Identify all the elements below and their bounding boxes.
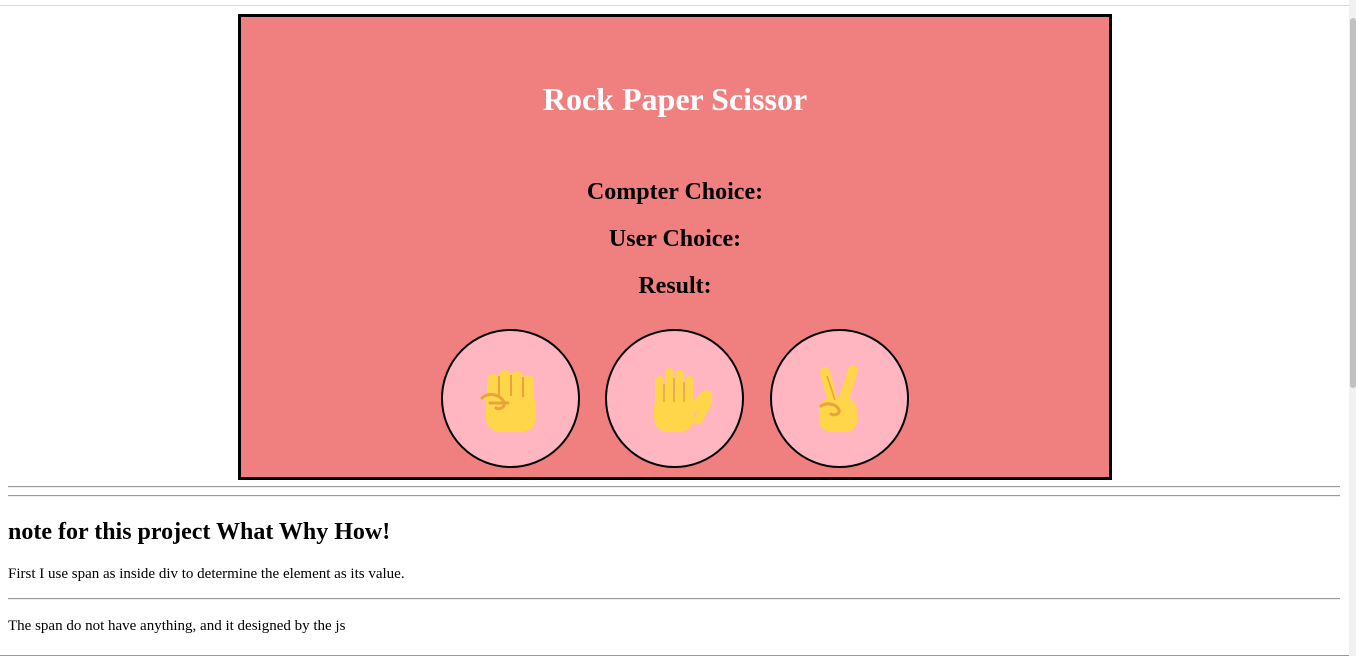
notes-paragraph: First I use span as inside div to determ… bbox=[8, 566, 405, 582]
divider bbox=[8, 598, 1340, 600]
raised-fist-icon bbox=[480, 369, 536, 432]
scissor-button[interactable] bbox=[770, 329, 909, 468]
divider bbox=[8, 486, 1340, 488]
rock-button[interactable] bbox=[441, 329, 580, 468]
vertical-scrollbar[interactable] bbox=[1349, 0, 1356, 656]
victory-hand-icon bbox=[818, 364, 858, 432]
notes-heading: note for this project What Why How! bbox=[8, 519, 391, 545]
user-choice-label: User Choice: bbox=[608, 226, 742, 252]
result-label: Result: bbox=[638, 273, 712, 299]
raised-hand-icon bbox=[653, 367, 712, 432]
top-border bbox=[0, 5, 1349, 6]
scrollbar-thumb[interactable] bbox=[1350, 18, 1356, 388]
paper-button[interactable] bbox=[605, 329, 744, 468]
game-panel: Rock Paper Scissor Compter Choice: User … bbox=[238, 14, 1112, 480]
notes-paragraph: The span do not have anything, and it de… bbox=[8, 618, 346, 634]
game-title: Rock Paper Scissor bbox=[542, 81, 808, 117]
divider bbox=[8, 495, 1340, 497]
computer-choice-label: Compter Choice: bbox=[586, 179, 764, 205]
